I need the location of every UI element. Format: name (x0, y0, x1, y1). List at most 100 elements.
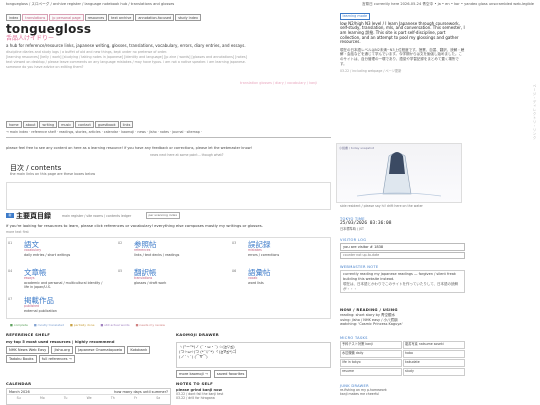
notes-to-self: NOTES TO SELF please grind kanji now 03.… (176, 381, 331, 400)
legend-item: ■ needs my review (135, 323, 165, 327)
card-essays[interactable]: 04 文章帳 essays academic and personal / mu… (8, 267, 113, 291)
tab-study-index[interactable]: study index (175, 14, 201, 21)
calendar-note: how many days until summer? (114, 389, 168, 394)
card-number: 06 (232, 269, 237, 273)
kaomoji-heading: KAOMOJI DRAWER (176, 332, 220, 337)
more-kaomoji-button[interactable]: more kaomoji → (176, 370, 211, 378)
card-mistakes[interactable]: 03 誤記録 mistakes errors / corrections (232, 239, 329, 263)
weekday: Mo (39, 396, 45, 400)
nav-home[interactable]: home (6, 121, 22, 128)
top-tabs: index translations jp personal page reso… (6, 14, 201, 21)
webmaster-text: currently reading my japanese readings —… (343, 272, 456, 281)
card-published[interactable]: 07 掲載作品 published external publication (8, 295, 113, 319)
card-number: 03 (232, 241, 237, 245)
tab-jp-personal-page[interactable]: jp personal page (49, 14, 84, 21)
main-nav: home about writing music contact guestbo… (6, 121, 134, 128)
task-item[interactable]: 複書写素 natsume soseki (403, 341, 465, 349)
notice-right: news next here at some point... though w… (150, 153, 224, 157)
junk-line: kanji makes me cheerful (340, 392, 380, 396)
weekday: Tu (63, 396, 68, 400)
tokyo-timezone: 日本標準時 / JST (340, 227, 364, 231)
now-heading: NOW / READING / USING (340, 307, 398, 312)
illustration-panel: 小説書 / today snapshot (336, 143, 462, 203)
junk-drawer: JUNK DRAWER re-fishing on my p.homework … (340, 384, 465, 396)
nav-contact[interactable]: contact (75, 121, 94, 128)
weekday: Sa (156, 396, 161, 400)
resource-onomatopoeia[interactable]: Japanese Onomatopoeia (75, 346, 126, 354)
task-item[interactable]: hobo (403, 350, 465, 358)
card-title-en: mistakes (248, 248, 262, 252)
new-badge: 新 (6, 213, 14, 218)
scanning-index-pill[interactable]: per scanning index (146, 212, 180, 219)
tab-text-archive[interactable]: text archive (108, 14, 135, 21)
calendar-month: March 2026 (9, 389, 30, 394)
task-item[interactable]: 予科テスト対策 kanji (340, 341, 402, 349)
full-references-link[interactable]: full references → (38, 355, 75, 363)
card-translations[interactable]: 05 翻訳帳 translations glosses / draft work (118, 267, 223, 291)
card-title-en: essays (24, 276, 35, 280)
kaomoji-line[interactable]: (ノ´ヽ`) (⌒∇⌒) (179, 354, 328, 359)
floating-tagline: translation glosses / diary / vocabulary… (240, 81, 318, 85)
main-description: if you're looking for resources to learn… (6, 223, 263, 228)
resource-jisho[interactable]: Jisho.org (51, 346, 73, 354)
learning-mode-tag: learning mode (340, 13, 370, 20)
resource-kotobank[interactable]: Kotobank (127, 346, 151, 354)
breadcrumb[interactable]: → main index · reference shelf · reading… (6, 130, 202, 134)
intro-updated: 03.22 / including webpage / ページ更新 (340, 69, 402, 74)
tab-annotation-focused[interactable]: annotation-focused (135, 14, 175, 21)
task-item[interactable]: 水辺微微 daily (340, 350, 402, 358)
card-desc: academic and personal / multicultural id… (24, 281, 103, 290)
task-item[interactable]: study (403, 368, 465, 376)
main-register-subtitle: main register / site rooms / contents le… (62, 214, 132, 218)
topbar-left: tonguegloss / スロペーグ / archive register /… (6, 2, 175, 6)
card-number: 07 (8, 297, 13, 301)
tokyo-time-widget: TOKYO TIME 25/03/2026 03:36:08 日本標準時 / J… (340, 217, 465, 231)
reference-shelf-subtitle: my top 5 most used resources | highly re… (6, 339, 115, 344)
card-desc: links / text decks / readings (134, 253, 180, 257)
task-item[interactable]: resume (340, 368, 402, 376)
status-legend: ■ complete ■ mostly translated ■ partial… (10, 323, 165, 327)
weekday: Th (110, 396, 115, 400)
now-reading: NOW / READING / USING reading: short sto… (340, 307, 465, 327)
card-vocabulary[interactable]: 01 語文 vocabulary daily entries / short w… (8, 239, 113, 263)
intro-panel: learning mode low N2/high N3 level / I l… (340, 13, 465, 73)
resource-nhk-easy[interactable]: NHK News Web Easy (6, 346, 50, 354)
visitor-log: VISITOR LOG you are visitor # 1838 count… (340, 238, 465, 260)
card-title-en: references (134, 248, 151, 252)
nav-writing[interactable]: writing (39, 121, 58, 128)
weekday: Su (16, 396, 21, 400)
card-desc: external publication (24, 309, 57, 313)
resource-tadoku[interactable]: Tadoku Books (6, 355, 37, 363)
webmaster-note: WEBMASTER NOTE currently reading my japa… (340, 265, 465, 294)
toc-box (6, 182, 331, 210)
tab-translations[interactable]: translations (22, 14, 49, 21)
nav-links[interactable]: links (119, 121, 134, 128)
weekday: We (86, 396, 92, 400)
illustration-image (356, 152, 442, 197)
tab-resources[interactable]: resources (84, 14, 108, 21)
toc-subtitle: the main links on this page are these bo… (10, 172, 96, 176)
kaomoji-drawer: ヽ(°ー°*)ノ (´・ω・`) ☆(≧▽≦) (つ✧ω✧)つ (*´▽`*) … (176, 342, 331, 368)
card-references[interactable]: 02 参照帖 references links / text decks / r… (118, 239, 223, 263)
notes-heading: NOTES TO SELF (176, 381, 214, 386)
task-item[interactable]: kakudate (403, 359, 465, 367)
nav-about[interactable]: about (22, 121, 39, 128)
legend-item: ■ still actual words (100, 323, 130, 327)
calendar-widget: March 2026 how many days until summer? S… (6, 388, 171, 405)
top-bar: tonguegloss / スロペーグ / archive register /… (6, 2, 534, 8)
nav-music[interactable]: music (58, 121, 75, 128)
card-number: 01 (8, 241, 13, 245)
notice-text: please feel free to see any content on h… (6, 146, 253, 150)
main-register-heading: 主要頁目録 (16, 212, 51, 220)
micro-tasks: MICRO TASKS 予科テスト対策 kanji 複書写素 natsume s… (340, 336, 465, 376)
tab-index[interactable]: index (6, 14, 22, 21)
divider (6, 137, 331, 138)
topbar-right: 言祭日 currently here 2026-05-24 青空中 • ja •… (361, 2, 534, 6)
illustration-caption: side resident / please say hi! drift her… (340, 204, 423, 208)
saved-favorites-button[interactable]: saved favorites (213, 370, 248, 378)
task-item[interactable]: life in tokyo (340, 359, 402, 367)
site-subtitle: 舌品人けイドりー (6, 35, 55, 42)
card-vocab[interactable]: 06 語彙帖 vocab word lists (232, 267, 329, 291)
nav-guestbook[interactable]: guestbook (94, 121, 119, 128)
vertical-side-text: ページ・ディレクトリ・リンク (533, 84, 537, 140)
